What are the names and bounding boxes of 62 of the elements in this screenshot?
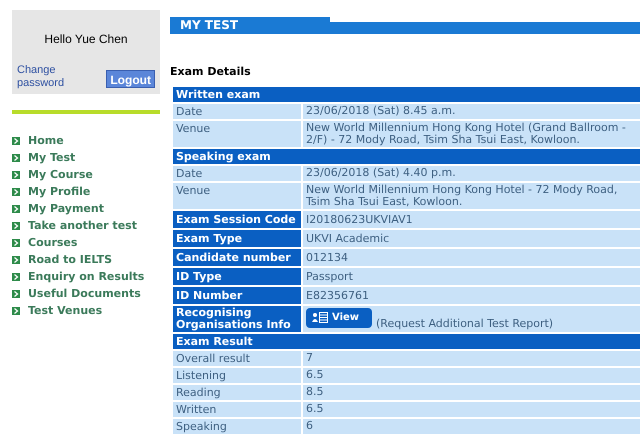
table-label-cell: ID Type xyxy=(173,268,301,284)
table-cell: 23/06/2018 (Sat) 8.45 a.m. xyxy=(303,104,640,118)
section-header: Speaking exam xyxy=(173,148,640,164)
nav-link[interactable]: Courses xyxy=(12,234,160,251)
nav-link[interactable]: My Course xyxy=(12,166,160,183)
table-label-cell: Date xyxy=(173,104,301,118)
section-header: Exam Result xyxy=(173,334,640,348)
page-title-bar: MY TEST xyxy=(170,17,330,34)
table-cell: 8.5 xyxy=(303,384,640,400)
table-cell: 012134 xyxy=(303,248,640,266)
greeting-text: Hello Yue Chen xyxy=(43,31,129,48)
arrow-bullet-icon xyxy=(12,204,20,212)
person-list-icon xyxy=(312,312,328,323)
nav-link[interactable]: Enquiry on Results xyxy=(12,268,160,285)
table-label-cell: Exam Type xyxy=(173,230,301,246)
table-label-cell: Written xyxy=(173,402,301,416)
table-cell: E82356761 xyxy=(303,286,640,304)
arrow-bullet-icon xyxy=(12,188,20,196)
view-button[interactable]: View xyxy=(306,308,372,328)
table-cell: I20180623UKVIAV1 xyxy=(303,210,640,228)
request-report-note: (Request Additional Test Report) xyxy=(376,316,554,330)
arrow-bullet-icon xyxy=(12,222,20,230)
table-label-cell: Candidate number xyxy=(173,248,301,266)
arrow-bullet-icon xyxy=(12,136,20,144)
table-cell: Passport xyxy=(303,268,640,284)
nav-link[interactable]: My Profile xyxy=(12,183,160,200)
change-password-link[interactable]: Change password xyxy=(17,64,77,90)
arrow-bullet-icon xyxy=(12,272,20,280)
table-cell: 23/06/2018 (Sat) 4.40 p.m. xyxy=(303,166,640,180)
logout-button[interactable]: Logout xyxy=(106,70,155,88)
nav-link[interactable]: My Payment xyxy=(12,200,160,217)
arrow-bullet-icon xyxy=(12,154,20,162)
table-label-cell: ID Number xyxy=(173,286,301,304)
table-cell: UKVI Academic xyxy=(303,230,640,246)
table-label-cell: Venue xyxy=(173,120,301,146)
table-label-cell: Speaking xyxy=(173,418,301,434)
table-label-cell: Exam Session Code xyxy=(173,210,301,228)
nav-link[interactable]: Useful Documents xyxy=(12,285,160,302)
nav-link[interactable]: Home xyxy=(12,132,160,149)
arrow-bullet-icon xyxy=(12,290,20,298)
arrow-bullet-icon xyxy=(12,170,20,178)
table-cell: New World Millennium Hong Kong Hotel - 72 Mody Road, Tsim Sha Tsui East, Kowloon. xyxy=(303,182,640,208)
table-label-cell: Date xyxy=(173,166,301,180)
section-header: Written exam xyxy=(173,86,640,102)
arrow-bullet-icon xyxy=(12,306,20,314)
arrow-bullet-icon xyxy=(12,238,20,246)
table-cell: 6.5 xyxy=(303,368,640,382)
table-cell: 6 xyxy=(303,418,640,434)
nav-link[interactable]: My Test xyxy=(12,149,160,166)
nav-link[interactable]: Test Venues xyxy=(12,302,160,319)
table-label-cell: Overall result xyxy=(173,350,301,366)
nav-link[interactable]: Take another test xyxy=(12,217,160,234)
table-cell: New World Millennium Hong Kong Hotel (Grand Ballroom - 2/F) - 72 Mody Road, Tsim Sha Tsui East, Kowloon. xyxy=(303,120,640,146)
table-cell: 7 xyxy=(303,350,640,366)
table-label-cell: Venue xyxy=(173,182,301,208)
table-label-cell: Listening xyxy=(173,368,301,382)
arrow-bullet-icon xyxy=(12,256,20,264)
table-label-cell: Reading xyxy=(173,384,301,400)
section-title: Exam Details xyxy=(170,64,252,80)
table-label-cell: Recognising Organisations Info xyxy=(173,306,301,332)
table-cell: 6.5 xyxy=(303,402,640,416)
nav-link[interactable]: Road to IELTS xyxy=(12,251,160,268)
